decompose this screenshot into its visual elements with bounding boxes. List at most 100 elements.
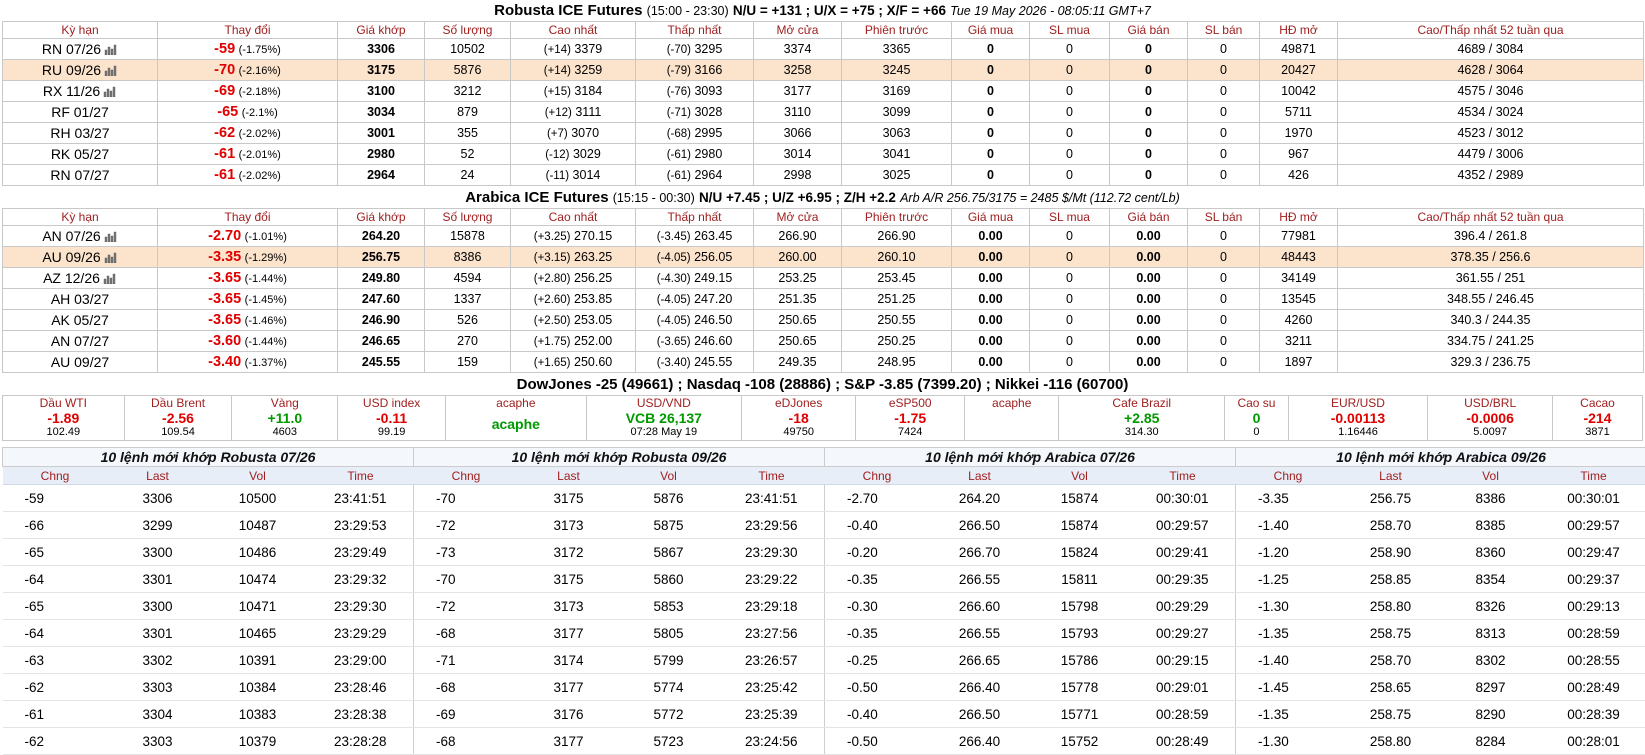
change-value: -3.60	[208, 333, 241, 349]
trade-volume: 10500	[208, 485, 308, 512]
bar-chart-icon-bar	[110, 91, 112, 97]
robusta-contract-row[interactable]: RN 07/26-59 (-1.75%)330610502(+14) 3379(…	[3, 39, 1644, 60]
prev-close: 3025	[842, 165, 952, 186]
robusta-contract-row[interactable]: RU 09/26-70 (-2.16%)31755876(+14) 3259(-…	[3, 60, 1644, 81]
robusta-contract-row[interactable]: RX 11/26-69 (-2.18%)31003212(+15) 3184(-…	[3, 81, 1644, 102]
ask-price: 0	[1110, 144, 1188, 165]
bar-chart-icon[interactable]	[104, 231, 118, 242]
bar-chart-icon[interactable]	[103, 273, 117, 284]
robusta-contract-row[interactable]: RF 01/27-65 (-2.1%)3034879(+12) 3111(-71…	[3, 102, 1644, 123]
arabica-contract-row[interactable]: AH 03/27-3.65 (-1.45%)247.601337(+2.60) …	[3, 289, 1644, 310]
arabica-symbol-cell[interactable]: AN 07/27	[3, 331, 158, 352]
arabica-symbol-cell[interactable]: AU 09/26	[3, 247, 158, 268]
arabica-symbol-cell[interactable]: AK 05/27	[3, 310, 158, 331]
market-cell[interactable]: Cacao-2143871	[1553, 396, 1643, 441]
robusta-col-header: Mở cửa	[754, 22, 842, 39]
bid-qty: 0	[1030, 289, 1110, 310]
market-cell[interactable]: Cao su00	[1225, 396, 1288, 441]
open-price: 253.25	[754, 268, 842, 289]
bid-price: 0.00	[952, 226, 1030, 247]
trade-last: 266.40	[930, 728, 1030, 755]
robusta-symbol-cell[interactable]: RF 01/27	[3, 102, 158, 123]
arabica-symbol-cell[interactable]: AZ 12/26	[3, 268, 158, 289]
market-cell[interactable]: acaphe	[965, 396, 1059, 441]
contract-symbol[interactable]: AH 03/27	[51, 291, 109, 307]
low-diff: (-3.45)	[657, 231, 691, 243]
arabica-contract-row[interactable]: AN 07/27-3.60 (-1.44%)246.65270(+1.75) 2…	[3, 331, 1644, 352]
market-cell[interactable]: Vàng+11.04603	[232, 396, 338, 441]
trade-time: 23:29:18	[719, 593, 825, 620]
last-price: 2980	[338, 144, 425, 165]
change-percent: (-1.44%)	[245, 273, 287, 285]
recent-trades-table: 10 lệnh mới khớp Robusta 07/2610 lệnh mớ…	[2, 447, 1645, 755]
robusta-contract-row[interactable]: RK 05/27-61 (-2.01%)298052(-12) 3029(-61…	[3, 144, 1644, 165]
market-cell[interactable]: Dầu WTI-1.89102.49	[3, 396, 125, 441]
arabica-contract-row[interactable]: AU 09/27-3.40 (-1.37%)245.55159(+1.65) 2…	[3, 352, 1644, 373]
contract-symbol[interactable]: RN 07/26	[42, 41, 101, 57]
contract-symbol[interactable]: RX 11/26	[43, 83, 100, 99]
market-link[interactable]: acaphe	[446, 410, 586, 438]
robusta-contract-row[interactable]: RH 03/27-62 (-2.02%)3001355(+7) 3070(-68…	[3, 123, 1644, 144]
high-cell: (+2.80) 256.25	[511, 268, 636, 289]
arabica-symbol-cell[interactable]: AH 03/27	[3, 289, 158, 310]
bid-qty: 0	[1030, 247, 1110, 268]
contract-symbol[interactable]: AN 07/27	[51, 333, 109, 349]
market-cell[interactable]: eDJones-1849750	[742, 396, 856, 441]
change-cell: -3.60 (-1.44%)	[158, 331, 338, 352]
robusta-title-bar: Robusta ICE Futures (15:00 - 23:30) N/U …	[0, 0, 1645, 21]
robusta-symbol-cell[interactable]: RK 05/27	[3, 144, 158, 165]
arabica-contract-row[interactable]: AN 07/26-2.70 (-1.01%)264.2015878(+3.25)…	[3, 226, 1644, 247]
arabica-col-header: Giá bán	[1110, 209, 1188, 226]
change-percent: (-1.29%)	[245, 252, 287, 264]
contract-symbol[interactable]: AU 09/26	[42, 249, 100, 265]
market-cell[interactable]: USD/BRL-0.00065.0097	[1428, 396, 1553, 441]
market-cell[interactable]: acapheacaphe	[446, 396, 587, 441]
bar-chart-icon[interactable]	[104, 252, 118, 263]
contract-symbol[interactable]: RN 07/27	[50, 167, 109, 183]
market-cell[interactable]: USD index-0.1199.19	[338, 396, 446, 441]
bid-price: 0	[952, 39, 1030, 60]
arabica-contract-row[interactable]: AK 05/27-3.65 (-1.46%)246.90526(+2.50) 2…	[3, 310, 1644, 331]
prev-close: 251.25	[842, 289, 952, 310]
robusta-timestamp: Tue 19 May 2026 - 08:05:11 GMT+7	[950, 4, 1151, 18]
arabica-contract-row[interactable]: AZ 12/26-3.65 (-1.44%)249.804594(+2.80) …	[3, 268, 1644, 289]
robusta-symbol-cell[interactable]: RN 07/27	[3, 165, 158, 186]
contract-symbol[interactable]: RK 05/27	[51, 146, 109, 162]
bar-chart-icon[interactable]	[103, 86, 117, 97]
low-diff: (-76)	[667, 86, 691, 98]
open-interest: 1970	[1260, 123, 1338, 144]
contract-symbol[interactable]: RU 09/26	[42, 62, 101, 78]
market-value: 0	[1225, 410, 1287, 426]
bar-chart-icon-bar	[105, 50, 107, 55]
robusta-symbol-cell[interactable]: RU 09/26	[3, 60, 158, 81]
trades-header-row: ChngLastVolTimeChngLastVolTimeChngLastVo…	[3, 467, 1645, 485]
contract-symbol[interactable]: RH 03/27	[50, 125, 109, 141]
bar-chart-icon[interactable]	[104, 44, 118, 55]
bar-chart-icon[interactable]	[104, 65, 118, 76]
robusta-symbol-cell[interactable]: RH 03/27	[3, 123, 158, 144]
high-value: 253.85	[574, 292, 612, 306]
market-cell[interactable]: EUR/USD-0.001131.16446	[1288, 396, 1428, 441]
market-cell[interactable]: Dầu Brent-2.56109.54	[124, 396, 232, 441]
market-value: -2.56	[125, 410, 232, 426]
contract-symbol[interactable]: AZ 12/26	[43, 270, 100, 286]
arabica-contract-row[interactable]: AU 09/26-3.35 (-1.29%)256.758386(+3.15) …	[3, 247, 1644, 268]
contract-symbol[interactable]: RF 01/27	[51, 104, 109, 120]
market-cell[interactable]: eSP500-1.757424	[856, 396, 965, 441]
arabica-symbol-cell[interactable]: AU 09/27	[3, 352, 158, 373]
contract-symbol[interactable]: AU 09/27	[51, 354, 109, 370]
bid-qty: 0	[1030, 39, 1110, 60]
robusta-title: Robusta ICE Futures	[494, 2, 642, 19]
arabica-symbol-cell[interactable]: AN 07/26	[3, 226, 158, 247]
market-cell[interactable]: USD/VNDVCB 26,13707:28 May 19	[586, 396, 741, 441]
trade-last: 3300	[108, 539, 208, 566]
robusta-symbol-cell[interactable]: RX 11/26	[3, 81, 158, 102]
market-cell[interactable]: Cafe Brazil+2.85314.30	[1059, 396, 1225, 441]
contract-symbol[interactable]: AK 05/27	[51, 312, 109, 328]
trade-time: 00:30:01	[1130, 485, 1236, 512]
contract-symbol[interactable]: AN 07/26	[42, 228, 100, 244]
range-52-week: 396.4 / 261.8	[1338, 226, 1644, 247]
robusta-contract-row[interactable]: RN 07/27-61 (-2.02%)296424(-11) 3014(-61…	[3, 165, 1644, 186]
robusta-symbol-cell[interactable]: RN 07/26	[3, 39, 158, 60]
high-diff: (-12)	[545, 149, 569, 161]
